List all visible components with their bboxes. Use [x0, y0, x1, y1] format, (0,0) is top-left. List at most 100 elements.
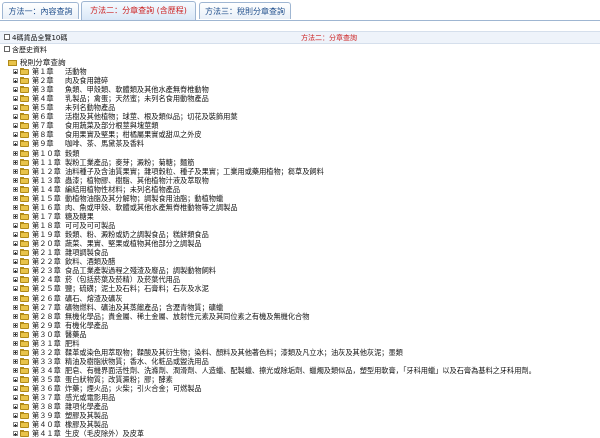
- expand-icon[interactable]: [13, 150, 18, 156]
- folder-icon: [20, 348, 29, 356]
- expand-icon[interactable]: [13, 431, 18, 437]
- expand-icon[interactable]: [13, 413, 18, 419]
- expand-icon[interactable]: [13, 232, 18, 238]
- expand-icon[interactable]: [13, 241, 18, 247]
- chapter-number: 第１９章: [32, 230, 61, 240]
- expand-icon[interactable]: [13, 304, 18, 310]
- tab-method-3[interactable]: 方法三：稅則分章查詢: [199, 2, 291, 19]
- chapter-number: 第３６章: [32, 384, 61, 394]
- chapter-title: 肉及食用雜碎: [65, 76, 109, 86]
- chapter-title: 食用果實及堅果；柑橘屬果實或甜瓜之外皮: [65, 130, 202, 140]
- folder-icon: [20, 158, 29, 166]
- tab-label: 方法二：分章查詢 (含歷程): [90, 6, 187, 15]
- chapter-title: 鞣革或染色用萃取物；鞣酸及其衍生物；染料、顏料及其他著色料；漆類及凡立水；油灰及…: [65, 347, 403, 357]
- expand-icon[interactable]: [13, 277, 18, 283]
- folder-icon: [20, 267, 29, 275]
- expand-icon[interactable]: [13, 259, 18, 265]
- tab-label: 方法三：稅則分章查詢: [205, 7, 285, 16]
- chapter-number: 第１章: [32, 67, 54, 76]
- folder-icon: [20, 312, 29, 320]
- expand-icon[interactable]: [13, 395, 18, 401]
- expand-icon[interactable]: [13, 213, 18, 219]
- chapter-title: 魚類、甲殼類、軟體類及其他水產無脊椎動物: [65, 85, 209, 95]
- chapter-number: 第１５章: [32, 193, 61, 203]
- chapter-number: 第２１章: [32, 248, 61, 258]
- chapter-number: 第１２章: [32, 166, 61, 176]
- tab-method-2[interactable]: 方法二：分章查詢 (含歷程): [81, 1, 196, 20]
- expand-icon[interactable]: [13, 114, 18, 120]
- chapter-number: 第２章: [32, 76, 54, 86]
- folder-icon: [20, 321, 29, 329]
- chapter-title: 未列名動物產品: [65, 103, 116, 113]
- folder-icon: [20, 258, 29, 266]
- chapter-number: 第３５章: [32, 375, 61, 385]
- folder-icon: [20, 303, 29, 311]
- chapter-title: 無機化學品；貴金屬、稀土金屬、放射性元素及其同位素之有機及無機化合物: [65, 311, 310, 321]
- expand-icon[interactable]: [13, 404, 18, 410]
- expand-icon[interactable]: [13, 105, 18, 111]
- chapter-title: 飲料、酒類及醋: [65, 257, 116, 267]
- chapter-title: 鹽；硫磺；泥土及石料；石膏料；石灰及水泥: [65, 284, 209, 294]
- expand-icon[interactable]: [13, 313, 18, 319]
- chapter-title: 肥料: [65, 338, 80, 348]
- expand-icon[interactable]: [13, 422, 18, 428]
- expand-icon[interactable]: [13, 123, 18, 129]
- chapter-title: 咖啡、茶、馬黛茶及香料: [65, 139, 145, 149]
- chapter-title: 製粉工業產品；麥芽；澱粉；菊糖；麵筋: [65, 157, 195, 167]
- full-view-checkbox[interactable]: [4, 34, 10, 40]
- chapter-number: 第６章: [32, 112, 54, 122]
- folder-icon: [20, 285, 29, 293]
- chapter-title: 食品工業產製過程之殘渣及廢品；調製動物飼料: [65, 266, 216, 276]
- expand-icon[interactable]: [13, 295, 18, 301]
- expand-icon[interactable]: [13, 286, 18, 292]
- expand-icon[interactable]: [13, 177, 18, 183]
- expand-icon[interactable]: [13, 386, 18, 392]
- chapter-number: 第２６章: [32, 293, 61, 303]
- chapter-number: 第２５章: [32, 284, 61, 294]
- expand-icon[interactable]: [13, 69, 18, 74]
- folder-icon: [20, 330, 29, 338]
- expand-icon[interactable]: [13, 87, 18, 93]
- expand-icon[interactable]: [13, 186, 18, 192]
- expand-icon[interactable]: [13, 132, 18, 138]
- expand-icon[interactable]: [13, 96, 18, 102]
- expand-icon[interactable]: [13, 268, 18, 274]
- expand-icon[interactable]: [13, 340, 18, 346]
- tab-method-1[interactable]: 方法一：內容查詢: [2, 2, 79, 19]
- chapter-title: 塑膠及其製品: [65, 411, 109, 421]
- chapter-number: 第１７章: [32, 211, 61, 221]
- chapter-title: 編結用植物性材料；未列名植物產品: [65, 184, 181, 194]
- expand-icon[interactable]: [13, 159, 18, 165]
- chapter-title: 醫藥品: [65, 329, 87, 339]
- chapter-number: 第２４章: [32, 275, 61, 285]
- expand-icon[interactable]: [13, 367, 18, 373]
- folder-icon: [20, 430, 29, 438]
- tab-label: 方法一：內容查詢: [8, 7, 73, 16]
- expand-icon[interactable]: [13, 349, 18, 355]
- expand-icon[interactable]: [13, 322, 18, 328]
- method-label: 方法二：分章查詢: [301, 34, 357, 42]
- chapter-title: 蟲漆；植物膠、樹脂、其他植物汁液及萃取物: [65, 175, 209, 185]
- chapter-number: 第３１章: [32, 338, 61, 348]
- chapter-number: 第３７章: [32, 393, 61, 403]
- expand-icon[interactable]: [13, 204, 18, 210]
- expand-icon[interactable]: [13, 250, 18, 256]
- folder-icon: [20, 113, 29, 121]
- folder-icon: [20, 394, 29, 402]
- folder-icon: [20, 222, 29, 230]
- chapter-title: 感光或電影用品: [65, 393, 116, 403]
- chapter-number: 第２７章: [32, 302, 61, 312]
- expand-icon[interactable]: [13, 223, 18, 229]
- expand-icon[interactable]: [13, 331, 18, 337]
- chapter-title: 有機化學產品: [65, 320, 109, 330]
- folder-icon: [20, 122, 29, 130]
- expand-icon[interactable]: [13, 195, 18, 201]
- expand-icon[interactable]: [13, 141, 18, 147]
- history-checkbox[interactable]: [4, 46, 10, 52]
- expand-icon[interactable]: [13, 377, 18, 383]
- expand-icon[interactable]: [13, 358, 18, 364]
- expand-icon[interactable]: [13, 78, 18, 84]
- expand-icon[interactable]: [13, 168, 18, 174]
- chapter-title: 活樹及其他植物；球莖、根及類似品；切花及裝飾用葉: [65, 112, 238, 122]
- chapter-title: 動植物油脂及其分解物；調製食用油脂；動植物蠟: [65, 193, 224, 203]
